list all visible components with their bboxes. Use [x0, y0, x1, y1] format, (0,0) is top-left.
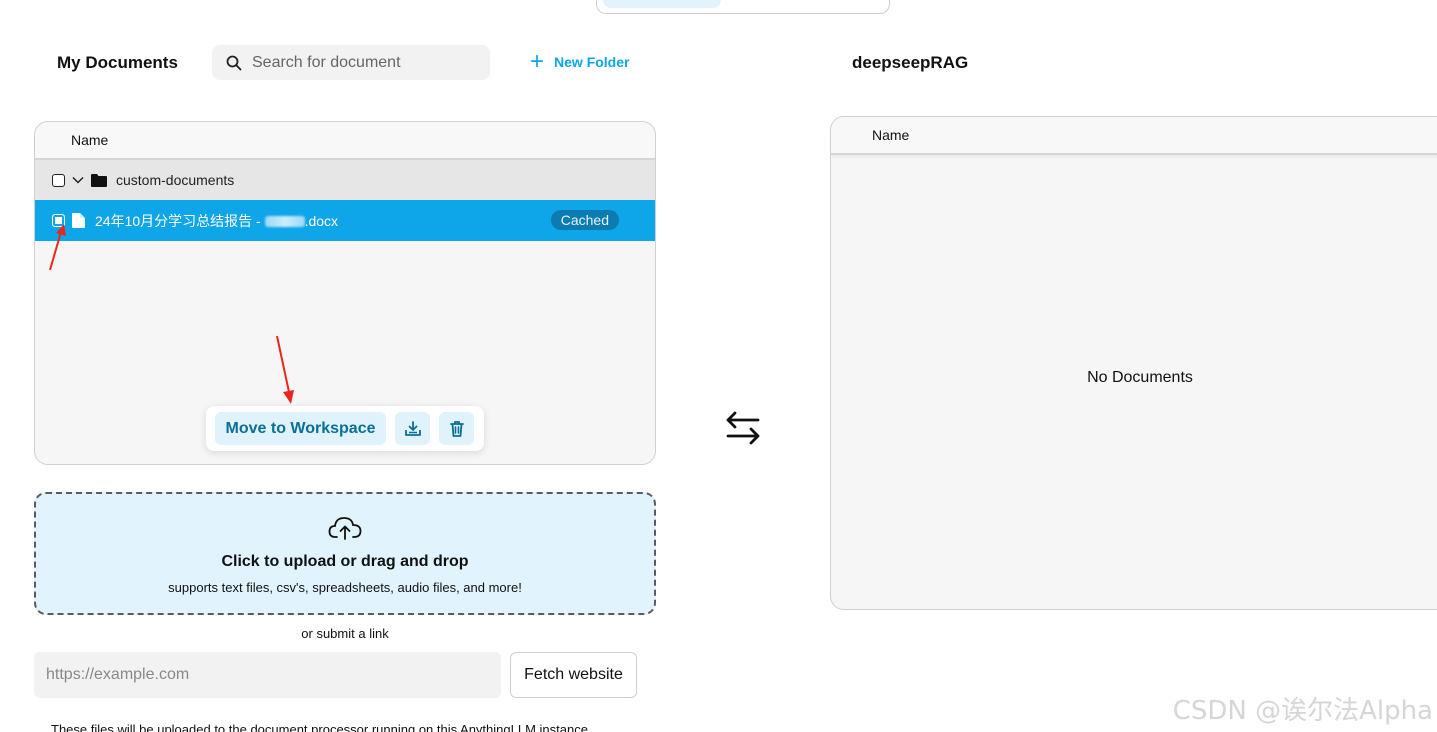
new-folder-label: New Folder	[554, 54, 630, 70]
or-submit-link-text: or submit a link	[301, 626, 389, 641]
top-tab-active[interactable]	[603, 0, 721, 8]
swap-arrows-icon	[726, 411, 760, 445]
workspace-title: deepseepRAG	[852, 53, 969, 72]
upload-dropzone[interactable]: Click to upload or drag and drop support…	[34, 492, 656, 615]
url-input[interactable]	[34, 652, 501, 698]
redacted-text	[264, 216, 305, 228]
annotation-arrow-checkbox	[49, 224, 66, 271]
fetch-website-button[interactable]: Fetch website	[510, 652, 637, 698]
new-folder-button[interactable]: + New Folder	[530, 48, 630, 75]
move-to-folder-button[interactable]	[395, 412, 430, 445]
my-documents-title: My Documents	[57, 53, 178, 72]
file-name: 24年10月分学习总结报告 - .docx	[95, 212, 339, 229]
selection-action-bar: Move to Workspace	[206, 406, 484, 451]
plus-icon: +	[530, 48, 545, 75]
file-row[interactable]: 24年10月分学习总结报告 - .docx Cached	[35, 200, 655, 241]
file-icon	[72, 213, 85, 228]
top-tab-switcher[interactable]	[596, 0, 890, 14]
tray-arrow-down-icon	[404, 420, 421, 436]
trash-icon	[449, 420, 464, 437]
upload-footnote: These files will be uploaded to the docu…	[51, 722, 592, 732]
move-to-workspace-button[interactable]: Move to Workspace	[215, 412, 386, 445]
document-search[interactable]	[212, 45, 490, 80]
column-header-name: Name	[35, 122, 655, 160]
upload-subtitle: supports text files, csv's, spreadsheets…	[168, 580, 522, 595]
watermark: CSDN @诶尔法Alpha	[1172, 696, 1433, 726]
workspace-documents-panel: Name No Documents	[830, 116, 1437, 610]
folder-icon	[91, 174, 107, 187]
workspace-column-header-name: Name	[831, 117, 1437, 155]
folder-row[interactable]: custom-documents	[35, 160, 655, 200]
annotation-arrow-move	[276, 335, 294, 404]
cached-badge: Cached	[550, 210, 619, 230]
chevron-down-icon[interactable]	[72, 174, 84, 186]
delete-button[interactable]	[439, 412, 474, 445]
folder-name: custom-documents	[116, 172, 235, 188]
folder-checkbox[interactable]	[52, 173, 65, 187]
upload-title: Click to upload or drag and drop	[221, 553, 469, 570]
search-input[interactable]	[252, 53, 482, 72]
no-documents-text: No Documents	[1087, 369, 1193, 386]
cloud-upload-icon	[328, 517, 362, 540]
search-icon	[226, 55, 242, 70]
